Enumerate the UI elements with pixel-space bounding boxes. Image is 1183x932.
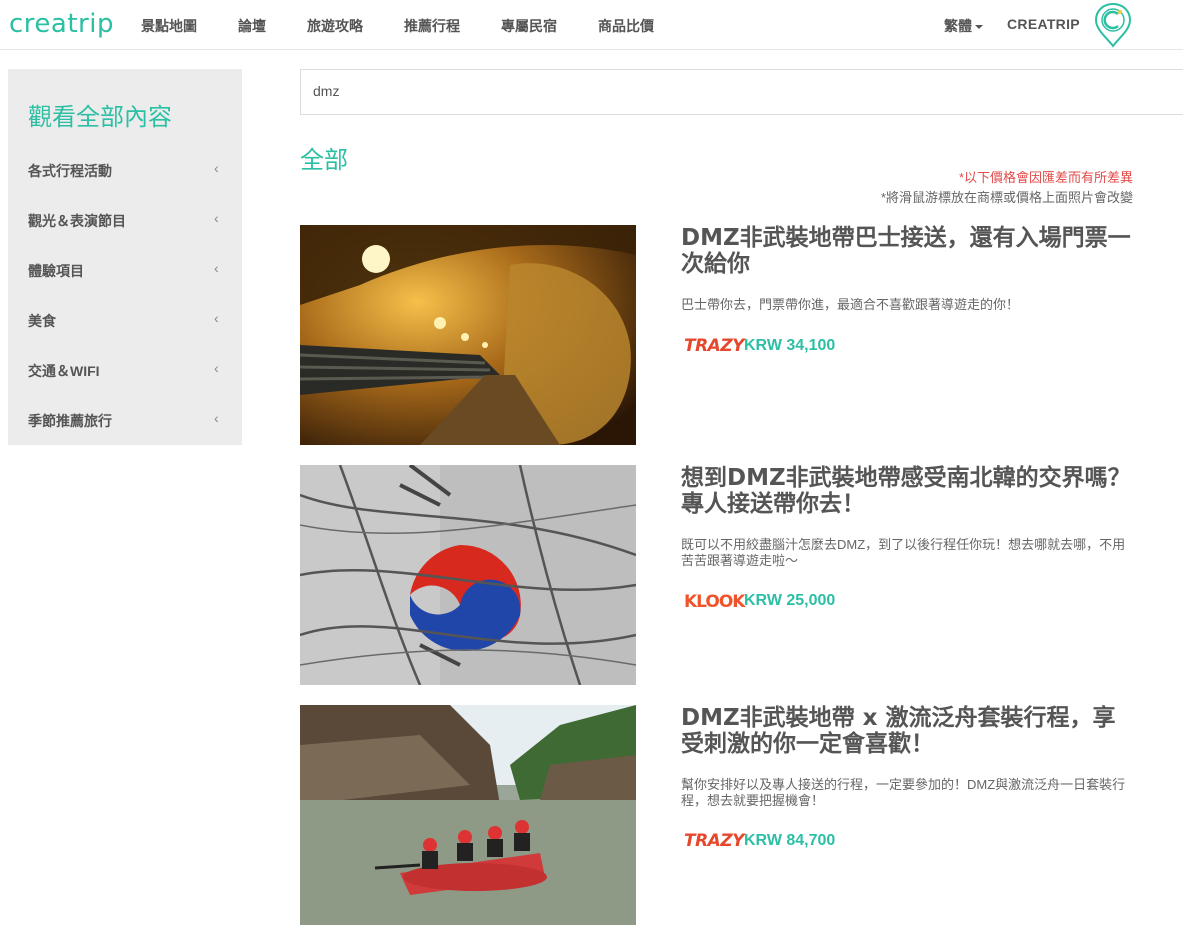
nav-item-map[interactable]: 景點地圖 [141,16,197,36]
search-input[interactable] [313,83,1113,99]
sidebar-item-seasonal[interactable]: 季節推薦旅行 ‹ [8,395,242,445]
chevron-left-icon: ‹ [214,310,219,326]
sidebar-item-label: 體驗項目 [28,263,84,279]
caret-down-icon [975,25,983,30]
top-navigation-bar: creatrip 景點地圖 論壇 旅遊攻略 推薦行程 專屬民宿 商品比價 繁體 … [0,0,1183,50]
sidebar-item-label: 觀光＆表演節目 [28,213,126,229]
search-box [300,69,1183,115]
section-title: 全部 [300,146,348,174]
hover-hint: *將滑鼠游標放在商標或價格上面照片會改變 [880,190,1133,205]
sidebar-item-label: 季節推薦旅行 [28,413,112,429]
language-label: 繁體 [944,18,972,34]
product-description: 既可以不用絞盡腦汁怎麼去DMZ，到了以後行程任你玩！想去哪就去哪，不用苦苦跟著導… [681,537,1126,568]
chevron-left-icon: ‹ [214,410,219,426]
nav-item-forum[interactable]: 論壇 [238,16,266,36]
chevron-left-icon: ‹ [214,160,219,176]
sidebar-item-label: 交通＆WIFI [28,363,100,379]
chevron-left-icon: ‹ [214,360,219,376]
product-price[interactable]: KRW 25,000 [744,592,835,610]
sidebar-title[interactable]: 觀看全部內容 [28,97,172,132]
sidebar-item-label: 各式行程活動 [28,163,112,179]
creatrip-logo[interactable]: creatrip [9,9,114,39]
sidebar-item-food[interactable]: 美食 ‹ [8,295,242,345]
creatrip-pin-icon[interactable] [1093,2,1133,48]
language-selector[interactable]: 繁體 [944,16,983,36]
product-title[interactable]: DMZ非武裝地帶 x 激流泛舟套裝行程，享受刺激的你一定會喜歡！ [681,705,1136,757]
product-card[interactable]: 想到DMZ非武裝地帶感受南北韓的交界嗎？專人接送帶你去！ 既可以不用絞盡腦汁怎麼… [300,465,1140,685]
category-sidebar: 觀看全部內容 各式行程活動 ‹ 觀光＆表演節目 ‹ 體驗項目 ‹ 美食 ‹ 交通… [8,69,242,445]
nav-item-itineraries[interactable]: 推薦行程 [404,16,460,36]
main-nav: 景點地圖 論壇 旅遊攻略 推薦行程 專屬民宿 商品比價 [141,16,695,36]
trazy-logo[interactable]: TRAZY [684,336,744,356]
nav-item-price-compare[interactable]: 商品比價 [598,16,654,36]
sidebar-item-transport-wifi[interactable]: 交通＆WIFI ‹ [8,345,242,395]
product-description: 巴士帶你去，門票帶你進，最適合不喜歡跟著導遊走的你！ [681,297,1020,312]
barbed-wire-flag-photo[interactable] [300,465,636,685]
sidebar-item-experiences[interactable]: 體驗項目 ‹ [8,245,242,295]
chevron-left-icon: ‹ [214,210,219,226]
product-card[interactable]: DMZ非武裝地帶巴士接送，還有入場門票一次給你 巴士帶你去，門票帶你進，最適合不… [300,225,1140,445]
price-disclaimer: *以下價格會因匯差而有所差異 [958,170,1133,185]
product-price[interactable]: KRW 84,700 [744,832,835,850]
nav-item-homestays[interactable]: 專屬民宿 [501,16,557,36]
product-card[interactable]: DMZ非武裝地帶 x 激流泛舟套裝行程，享受刺激的你一定會喜歡！ 幫你安排好以及… [300,705,1140,925]
product-title[interactable]: DMZ非武裝地帶巴士接送，還有入場門票一次給你 [681,225,1136,277]
sidebar-item-activities[interactable]: 各式行程活動 ‹ [8,145,242,195]
chevron-left-icon: ‹ [214,260,219,276]
sidebar-item-label: 美食 [28,313,56,329]
tunnel-photo[interactable] [300,225,636,445]
rafting-photo[interactable] [300,705,636,925]
trazy-logo[interactable]: TRAZY [684,831,744,851]
product-price[interactable]: KRW 34,100 [744,337,835,355]
klook-logo[interactable]: KLOOK [684,592,745,612]
product-description: 幫你安排好以及專人接送的行程，一定要參加的！DMZ與激流泛舟一日套裝行程，想去就… [681,777,1126,808]
creatrip-brand-link[interactable]: CREATRIP [1007,16,1080,32]
product-title[interactable]: 想到DMZ非武裝地帶感受南北韓的交界嗎？專人接送帶你去！ [681,465,1136,517]
sidebar-item-shows[interactable]: 觀光＆表演節目 ‹ [8,195,242,245]
nav-item-guides[interactable]: 旅遊攻略 [307,16,363,36]
